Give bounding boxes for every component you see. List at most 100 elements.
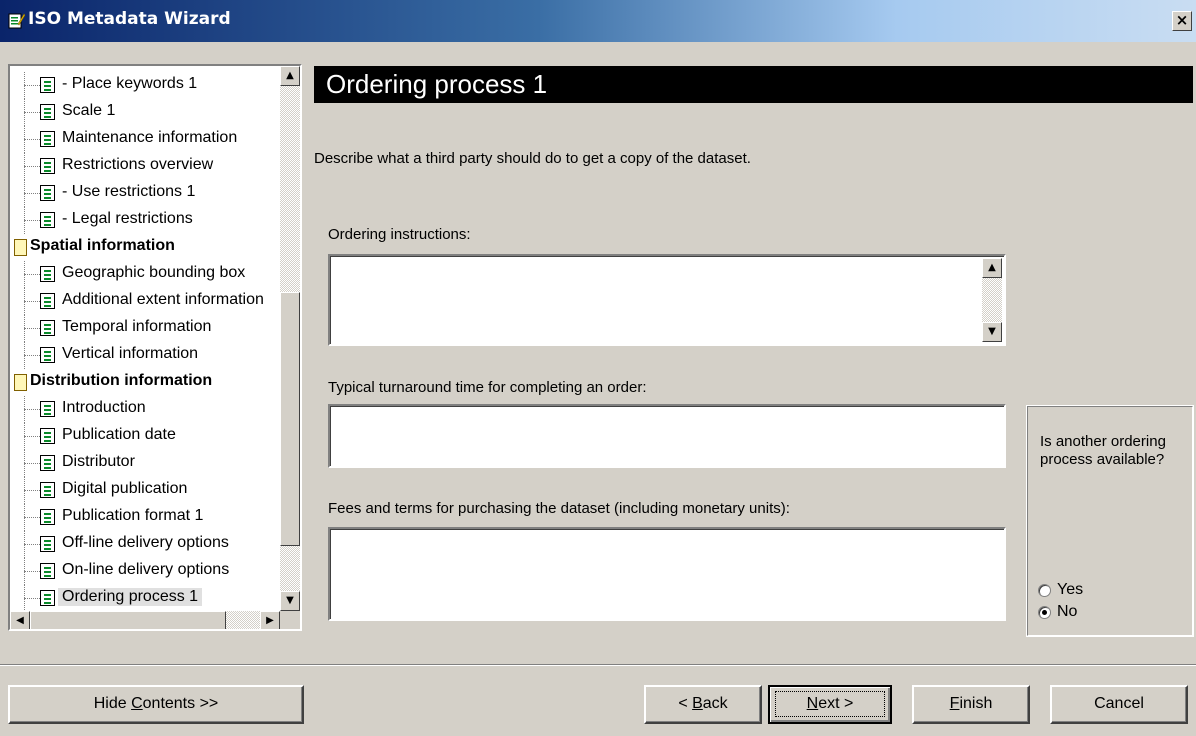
tree-item[interactable]: Restrictions overview — [10, 153, 278, 180]
tree-item-label: Maintenance information — [62, 129, 238, 146]
tree-item-label: On-line delivery options — [62, 561, 230, 578]
radio-no-label: No — [1057, 603, 1078, 620]
page-icon — [40, 590, 55, 606]
page-icon — [40, 482, 55, 498]
tree-item[interactable]: Publication date — [10, 423, 278, 450]
tree-vertical-scroll-thumb[interactable] — [280, 292, 300, 546]
tree-item-label: Distribution information — [30, 372, 213, 389]
tree-item[interactable]: On-line delivery options — [10, 558, 278, 585]
tree-item-label: Restrictions overview — [62, 156, 214, 173]
folder-icon — [14, 374, 27, 391]
turnaround-textarea[interactable] — [328, 404, 1006, 468]
tree-horizontal-scrollbar[interactable]: ◀ ▶ — [10, 611, 280, 629]
cancel-button[interactable]: Cancel — [1050, 685, 1188, 724]
hide-contents-label-end: ontents >> — [142, 695, 219, 712]
tree-item[interactable]: Ordering process 1 — [10, 585, 278, 611]
cancel-label: Cancel — [1094, 695, 1144, 712]
tree-item[interactable]: - Legal restrictions — [10, 207, 278, 234]
tree-item[interactable]: Distributor — [10, 450, 278, 477]
page-icon — [40, 536, 55, 552]
tree-item-label: Additional extent information — [62, 291, 264, 308]
tree-item[interactable]: - Use restrictions 1 — [10, 180, 278, 207]
fees-textarea[interactable] — [328, 527, 1006, 621]
scroll-down-arrow-icon[interactable]: ▼ — [280, 591, 300, 611]
tree-item[interactable]: Digital publication — [10, 477, 278, 504]
close-button[interactable]: × — [1172, 11, 1192, 31]
scroll-up-arrow-icon[interactable]: ▲ — [982, 258, 1002, 278]
tree-item[interactable]: Maintenance information — [10, 126, 278, 153]
page-icon — [40, 401, 55, 417]
tree-item-label: - Legal restrictions — [62, 210, 193, 227]
page-icon — [40, 212, 55, 228]
back-button[interactable]: < Back — [644, 685, 762, 724]
page-icon — [40, 428, 55, 444]
radio-yes-indicator[interactable] — [1038, 584, 1051, 597]
tree-item-label: Spatial information — [30, 237, 175, 254]
back-accel: B — [692, 695, 703, 712]
wizard-window: ISO Metadata Wizard × - Place keywords 1… — [0, 0, 1196, 736]
ordering-instructions-label: Ordering instructions: — [328, 226, 471, 243]
scroll-up-arrow-icon[interactable]: ▲ — [280, 66, 300, 86]
turnaround-label: Typical turnaround time for completing a… — [328, 379, 647, 396]
hide-contents-accel: C — [131, 695, 143, 712]
tree-item[interactable]: Introduction — [10, 396, 278, 423]
tree-horizontal-scroll-thumb[interactable] — [30, 611, 226, 629]
tree-item[interactable]: Off-line delivery options — [10, 531, 278, 558]
finish-label-end: inish — [959, 695, 993, 712]
page-description: Describe what a third party should do to… — [314, 150, 751, 167]
tree-item-label: Scale 1 — [62, 102, 116, 119]
page-icon — [40, 455, 55, 471]
tree-item[interactable]: Publication format 1 — [10, 504, 278, 531]
back-label-end: ack — [702, 695, 728, 712]
tree-item[interactable]: Temporal information — [10, 315, 278, 342]
tree-item-label: Introduction — [62, 399, 146, 416]
tree-item-label: Geographic bounding box — [62, 264, 246, 281]
page-icon — [40, 266, 55, 282]
another-process-group: Is another ordering process available? Y… — [1026, 405, 1194, 637]
tree-item[interactable]: Geographic bounding box — [10, 261, 278, 288]
another-process-question: Is another ordering process available? — [1040, 433, 1166, 468]
tree-section[interactable]: Distribution information — [10, 369, 278, 396]
tree-item-label: Vertical information — [62, 345, 199, 362]
folder-icon — [14, 239, 27, 256]
hide-contents-button[interactable]: Hide Contents >> — [8, 685, 304, 724]
tree-item[interactable]: Vertical information — [10, 342, 278, 369]
radio-no-indicator[interactable] — [1038, 606, 1051, 619]
page-title: Ordering process 1 — [314, 66, 1193, 103]
page-icon — [40, 158, 55, 174]
page-icon — [40, 563, 55, 579]
page-icon — [40, 131, 55, 147]
tree-item-label: Off-line delivery options — [62, 534, 229, 551]
tree-item-label: Temporal information — [62, 318, 212, 335]
tree-item-label: - Use restrictions 1 — [62, 183, 196, 200]
page-icon — [40, 77, 55, 93]
scroll-right-arrow-icon[interactable]: ▶ — [260, 611, 280, 629]
next-button[interactable]: Next > — [768, 685, 892, 724]
tree-item[interactable]: - Place keywords 1 — [10, 72, 278, 99]
wizard-app-icon — [8, 13, 25, 29]
ordering-instructions-scrollbar[interactable]: ▲ ▼ — [982, 258, 1002, 342]
tree-item-label: Digital publication — [62, 480, 188, 497]
scroll-left-arrow-icon[interactable]: ◀ — [10, 611, 30, 629]
page-icon — [40, 320, 55, 336]
page-icon — [40, 185, 55, 201]
page-icon — [40, 509, 55, 525]
close-icon: × — [1175, 11, 1189, 29]
tree-item-label: Distributor — [62, 453, 135, 470]
radio-yes-label: Yes — [1057, 581, 1084, 598]
tree-section[interactable]: Spatial information — [10, 234, 278, 261]
page-icon — [40, 104, 55, 120]
ordering-instructions-textarea[interactable]: ▲ ▼ — [328, 254, 1006, 346]
tree-item-label: Publication format 1 — [62, 507, 204, 524]
scroll-down-arrow-icon[interactable]: ▼ — [982, 322, 1002, 342]
tree-vertical-scrollbar[interactable]: ▲ ▼ — [280, 66, 300, 611]
tree-item-label: - Place keywords 1 — [62, 75, 198, 92]
tree-item[interactable]: Scale 1 — [10, 99, 278, 126]
finish-accel: F — [949, 695, 960, 712]
window-title: ISO Metadata Wizard — [28, 9, 231, 29]
contents-tree: - Place keywords 1 Scale 1 Maintenance inf… — [8, 64, 302, 631]
back-label-start: < — [678, 695, 693, 712]
finish-button[interactable]: Finish — [912, 685, 1030, 724]
scroll-corner — [280, 611, 300, 629]
tree-item[interactable]: Additional extent information — [10, 288, 278, 315]
